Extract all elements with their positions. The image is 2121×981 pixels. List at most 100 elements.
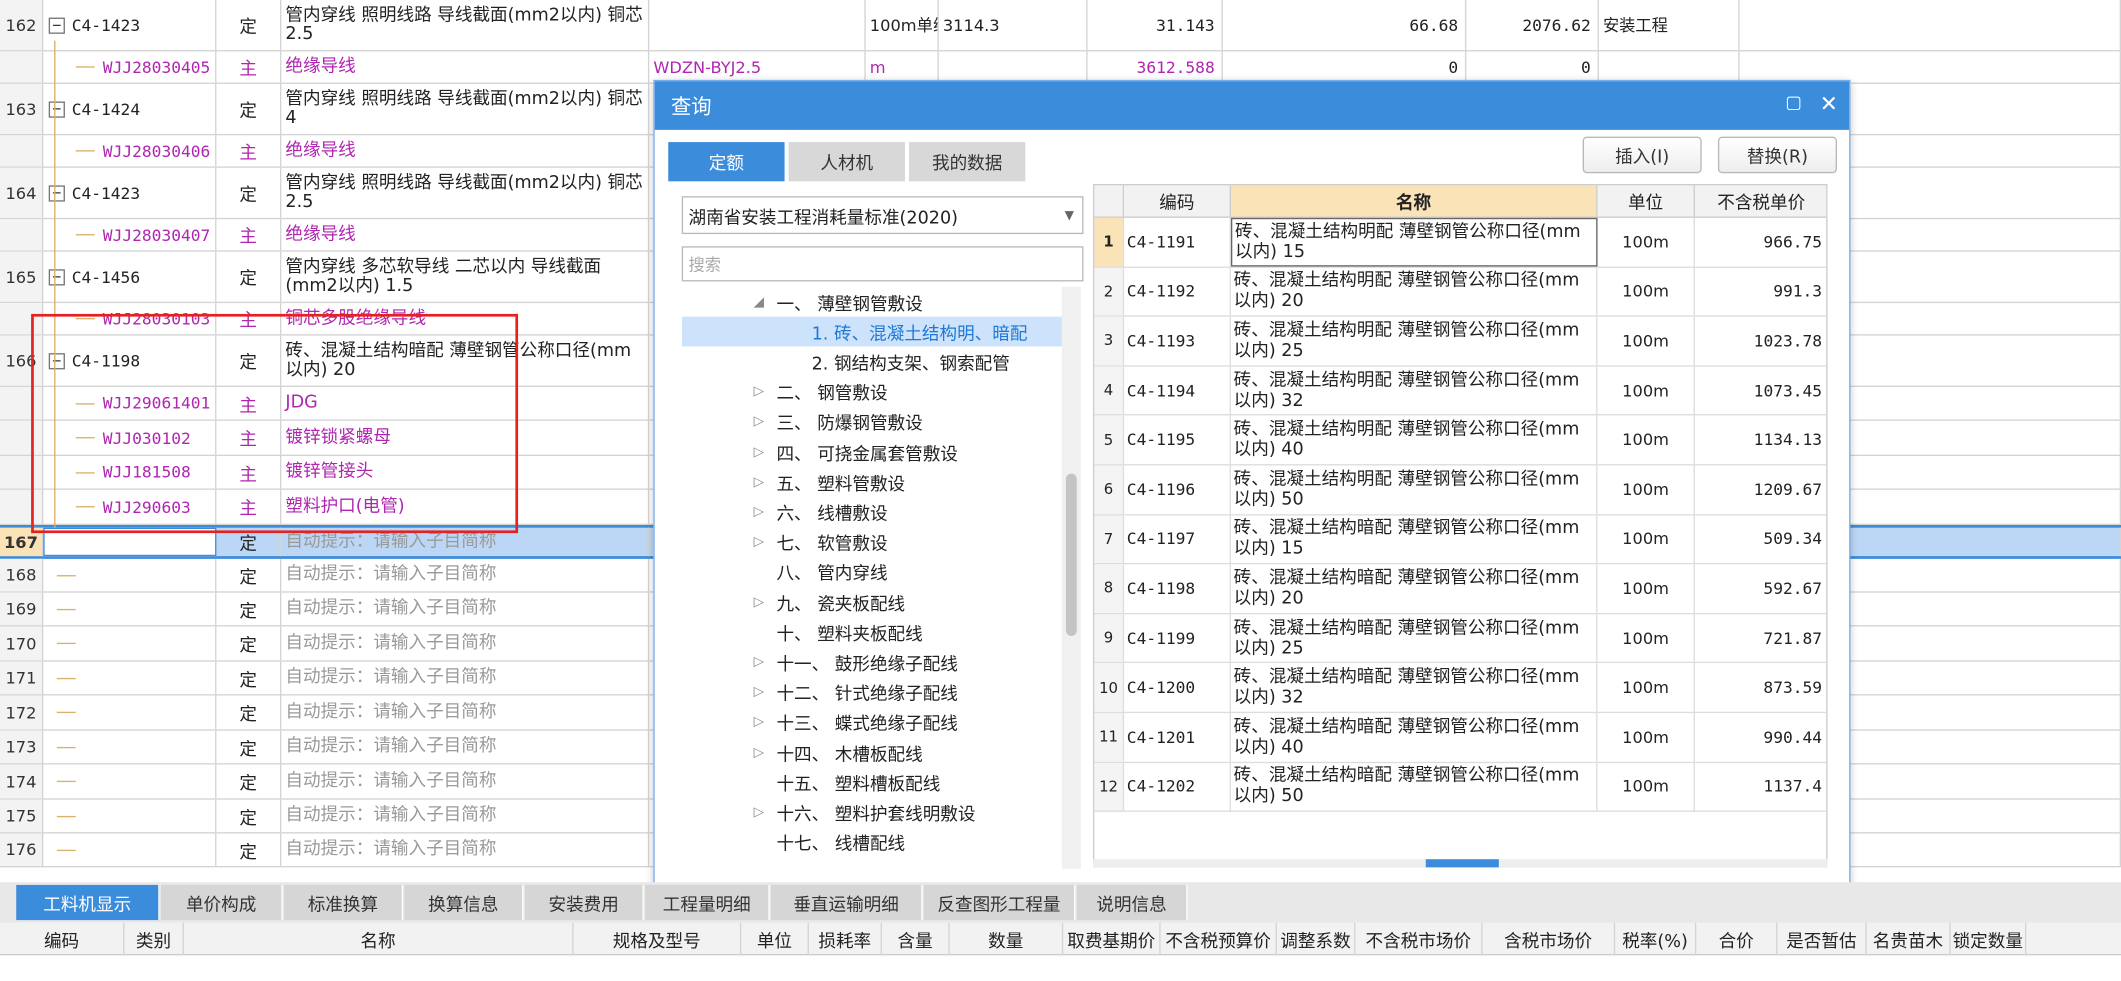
result-price[interactable]: 873.59 — [1695, 664, 1826, 712]
cell-c11[interactable]: 安装工程 — [1599, 0, 1740, 51]
cell-type[interactable]: 主 — [216, 219, 282, 251]
cell-c9[interactable]: 66.68 — [1223, 0, 1467, 51]
cell-type[interactable]: 主 — [216, 51, 282, 83]
tree-item[interactable]: ▷ 十一、 鼓形绝缘子配线 — [682, 647, 1062, 677]
tree-item[interactable]: ◢ 一、 薄壁钢管敷设 — [682, 287, 1062, 317]
bottom-col-16[interactable]: 名贵苗木 — [1867, 922, 1951, 956]
bottom-tab-3[interactable]: 换算信息 — [404, 884, 524, 921]
result-code[interactable]: C4-1192 — [1124, 267, 1231, 316]
result-row[interactable]: 10 C4-1200 砖、混凝土结构暗配 薄壁钢管公称口径(mm以内) 32 100m… — [1094, 663, 1827, 713]
result-unit[interactable]: 100m — [1598, 762, 1695, 811]
bottom-col-13[interactable]: 税率(%) — [1615, 922, 1697, 956]
result-row[interactable]: 1 C4-1191 砖、混凝土结构明配 薄壁钢管公称口径(mm以内) 15 100m 9… — [1094, 217, 1827, 268]
grid-header-1[interactable]: 名称 — [1230, 185, 1598, 218]
cell-name[interactable]: 自动提示：请输入子目简称 — [281, 799, 650, 833]
cell-name[interactable]: 管内穿线 多芯软导线 二芯以内 导线截面(mm2以内) 1.5 — [281, 251, 650, 302]
cell-name[interactable]: 镀锌锁紧螺母 — [281, 420, 650, 455]
result-price[interactable]: 1073.45 — [1695, 366, 1826, 414]
expand-open-icon[interactable]: ◢ — [749, 294, 768, 309]
cell-name[interactable]: 自动提示：请输入子目简称 — [281, 558, 650, 592]
cell-type[interactable]: 定 — [216, 527, 282, 557]
bottom-col-9[interactable]: 不含税预算价 — [1161, 922, 1277, 956]
tree-item[interactable]: ▷ 二、 钢管敷设 — [682, 377, 1062, 407]
tree-item[interactable]: ▷ 九、 瓷夹板配线 — [682, 587, 1062, 617]
cell-type[interactable]: 主 — [216, 386, 282, 420]
result-name[interactable]: 砖、混凝土结构明配 薄壁钢管公称口径(mm以内) 50 — [1231, 465, 1598, 514]
bottom-tab-0[interactable]: 工料机显示 — [16, 884, 160, 921]
bottom-col-0[interactable]: 编码 — [0, 922, 125, 956]
cell-type[interactable]: 定 — [216, 661, 282, 695]
search-input[interactable]: 搜索 — [681, 246, 1084, 282]
cell-spec[interactable]: WDZN-BYJ2.5 — [649, 51, 866, 83]
cell-type[interactable]: 定 — [216, 764, 282, 799]
tree-item[interactable]: ▷ 十四、 木槽板配线 — [682, 737, 1062, 767]
result-code[interactable]: C4-1196 — [1124, 465, 1231, 514]
result-row[interactable]: 2 C4-1192 砖、混凝土结构明配 薄壁钢管公称口径(mm以内) 20 100m 9… — [1094, 267, 1827, 317]
bottom-col-6[interactable]: 含量 — [882, 922, 950, 956]
cell-name[interactable]: JDG — [281, 386, 650, 420]
cell-name[interactable]: 自动提示：请输入子目简称 — [281, 661, 650, 695]
tree-item[interactable]: ▷ 四、 可挠金属套管敷设 — [682, 437, 1062, 467]
cell-code[interactable]: WJJ290603 — [43, 489, 217, 524]
maximize-icon[interactable]: ▢ — [1782, 92, 1806, 116]
cell-code[interactable]: WJJ28030103 — [43, 303, 217, 335]
cell-qty[interactable]: 3114.3 — [939, 0, 1088, 51]
cell-type[interactable]: 定 — [216, 83, 282, 134]
result-price[interactable]: 966.75 — [1695, 218, 1826, 266]
bottom-tab-8[interactable]: 说明信息 — [1076, 884, 1188, 921]
cell-code[interactable] — [43, 833, 217, 866]
result-row[interactable]: 6 C4-1196 砖、混凝土结构明配 薄壁钢管公称口径(mm以内) 50 100m 1… — [1094, 465, 1827, 515]
cell-code[interactable]: − C4-1423 — [43, 0, 217, 51]
cell-type[interactable]: 定 — [216, 592, 282, 626]
cell-name[interactable]: 管内穿线 照明线路 导线截面(mm2以内) 铜芯 2.5 — [281, 0, 650, 51]
cell-type[interactable]: 主 — [216, 303, 282, 335]
cell-name[interactable]: 自动提示：请输入子目简称 — [281, 527, 650, 557]
result-price[interactable]: 1023.78 — [1695, 317, 1826, 365]
cell-name[interactable]: 自动提示：请输入子目简称 — [281, 730, 650, 764]
cell-code[interactable]: − C4-1456 — [43, 251, 217, 302]
tree-scrollbar[interactable] — [1061, 286, 1081, 869]
collapse-icon[interactable]: − — [48, 17, 65, 34]
collapse-icon[interactable]: − — [48, 184, 65, 201]
cell-c10[interactable]: 0 — [1466, 51, 1599, 83]
tree-item[interactable]: 2. 钢结构支架、钢索配管 — [682, 347, 1062, 377]
close-icon[interactable]: ✕ — [1817, 91, 1841, 116]
result-row[interactable]: 9 C4-1199 砖、混凝土结构暗配 薄壁钢管公称口径(mm以内) 25 100m 7… — [1094, 614, 1827, 664]
cell-type[interactable]: 主 — [216, 489, 282, 524]
cell-code[interactable] — [43, 661, 217, 695]
result-name[interactable]: 砖、混凝土结构明配 薄壁钢管公称口径(mm以内) 25 — [1231, 316, 1598, 365]
cell-name[interactable]: 自动提示：请输入子目简称 — [281, 764, 650, 799]
tree-item[interactable]: ▷ 六、 线槽敷设 — [682, 497, 1062, 527]
result-unit[interactable]: 100m — [1598, 663, 1695, 712]
result-code[interactable]: C4-1198 — [1124, 564, 1231, 613]
result-row[interactable]: 3 C4-1193 砖、混凝土结构明配 薄壁钢管公称口径(mm以内) 25 100m 1… — [1094, 316, 1827, 367]
table-row[interactable]: 162− C4-1423 定管内穿线 照明线路 导线截面(mm2以内) 铜芯 2.5… — [0, 0, 2121, 52]
expand-closed-icon[interactable]: ▷ — [749, 384, 768, 399]
bottom-col-11[interactable]: 不含税市场价 — [1355, 922, 1483, 956]
cell-c12[interactable] — [1740, 0, 2121, 51]
cell-code[interactable]: WJJ28030407 — [43, 219, 217, 251]
result-code[interactable]: C4-1200 — [1124, 663, 1231, 712]
cell-code[interactable] — [43, 626, 217, 661]
expand-closed-icon[interactable]: ▷ — [749, 444, 768, 459]
grid-hscroll[interactable] — [1092, 859, 1828, 868]
expand-closed-icon[interactable]: ▷ — [749, 595, 768, 610]
cell-name[interactable]: 砖、混凝土结构暗配 薄壁钢管公称口径(mm以内) 20 — [281, 335, 650, 386]
result-unit[interactable]: 100m — [1598, 415, 1695, 464]
result-unit[interactable]: 100m — [1598, 267, 1695, 316]
cell-price[interactable]: 3612.588 — [1088, 51, 1223, 83]
expand-closed-icon[interactable]: ▷ — [749, 535, 768, 550]
cell-unit[interactable]: 100m单线 — [866, 0, 939, 51]
result-price[interactable]: 990.44 — [1695, 713, 1826, 761]
bottom-tab-7[interactable]: 反查图形工程量 — [923, 884, 1076, 921]
result-price[interactable]: 991.3 — [1695, 267, 1826, 315]
result-unit[interactable]: 100m — [1598, 614, 1695, 663]
tree-item[interactable]: ▷ 五、 塑料管敷设 — [682, 467, 1062, 497]
bottom-col-10[interactable]: 调整系数 — [1277, 922, 1356, 956]
tree-item[interactable]: 十、 塑料夹板配线 — [682, 617, 1062, 647]
cell-code[interactable]: − C4-1423 — [43, 167, 217, 218]
result-name[interactable]: 砖、混凝土结构暗配 薄壁钢管公称口径(mm以内) 50 — [1231, 762, 1598, 811]
result-name[interactable]: 砖、混凝土结构明配 薄壁钢管公称口径(mm以内) 15 — [1230, 217, 1598, 266]
result-unit[interactable]: 100m — [1598, 217, 1695, 266]
result-row[interactable]: 12 C4-1202 砖、混凝土结构暗配 薄壁钢管公称口径(mm以内) 50 100m… — [1094, 762, 1827, 812]
